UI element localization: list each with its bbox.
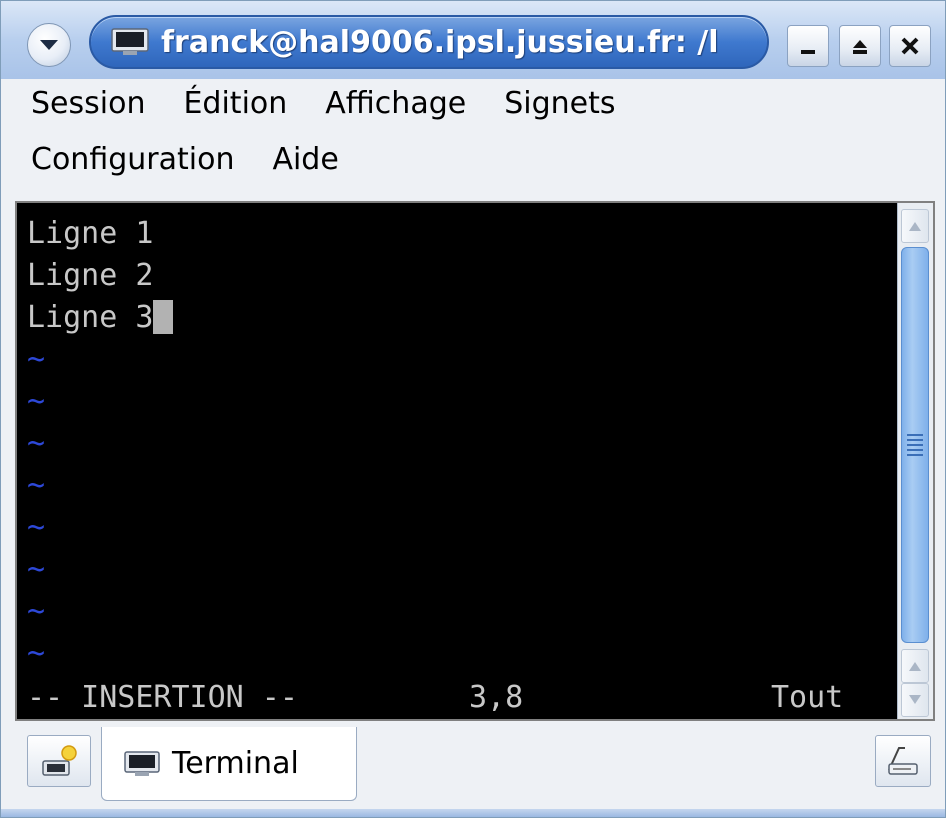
arrow-up-icon	[909, 662, 921, 671]
empty-line-marker: ~	[27, 510, 46, 545]
text-line-2: Ligne 2	[27, 258, 154, 293]
empty-line-marker: ~	[27, 636, 46, 671]
text-line-1: Ligne 1	[27, 216, 154, 251]
arrow-up-icon	[909, 222, 921, 231]
close-button[interactable]	[889, 25, 931, 67]
terminal-frame: Ligne 1 Ligne 2 Ligne 3 ~ ~ ~ ~ ~ ~ ~ ~ …	[15, 201, 935, 721]
new-session-icon	[42, 745, 77, 776]
new-session-button[interactable]	[27, 735, 91, 787]
window-menu-icon[interactable]	[27, 23, 71, 67]
status-scope: Tout	[771, 680, 844, 715]
window-title-pill[interactable]: franck@hal9006.ipsl.jussieu.fr: /l	[89, 15, 769, 69]
text-line-3: Ligne 3	[27, 297, 174, 339]
menu-affichage[interactable]: Affichage	[325, 84, 466, 124]
tab-label: Terminal	[172, 746, 299, 781]
terminal-icon	[124, 750, 160, 776]
rename-session-button[interactable]	[875, 735, 931, 787]
empty-line-marker: ~	[27, 594, 46, 629]
menu-row-2: Configuration Aide	[31, 140, 377, 180]
title-bar[interactable]: franck@hal9006.ipsl.jussieu.fr: /l	[1, 1, 945, 79]
scrollbar-thumb[interactable]	[901, 247, 929, 643]
maximize-button[interactable]	[839, 25, 881, 67]
rename-session-icon	[888, 747, 918, 775]
close-icon	[901, 37, 919, 55]
empty-line-marker: ~	[27, 384, 46, 419]
status-mode: -- INSERTION --	[27, 680, 298, 715]
empty-line-marker: ~	[27, 468, 46, 503]
terminal-window: franck@hal9006.ipsl.jussieu.fr: /l Sessi…	[0, 0, 946, 818]
menu-edition[interactable]: Édition	[183, 84, 287, 124]
minimize-icon	[801, 50, 815, 54]
maximize-icon	[853, 40, 867, 54]
text-line-3-content: Ligne 3	[27, 300, 154, 335]
scrollbar-grip	[907, 434, 923, 458]
menu-configuration[interactable]: Configuration	[31, 140, 234, 180]
terminal-screen[interactable]: Ligne 1 Ligne 2 Ligne 3 ~ ~ ~ ~ ~ ~ ~ ~ …	[17, 203, 897, 719]
status-cursor-position: 3,8	[469, 680, 524, 715]
menu-session[interactable]: Session	[31, 84, 145, 124]
menu-signets[interactable]: Signets	[504, 84, 615, 124]
empty-line-marker: ~	[27, 426, 46, 461]
scroll-up-button[interactable]	[901, 209, 929, 243]
tab-terminal[interactable]: Terminal	[101, 727, 357, 801]
window-title: franck@hal9006.ipsl.jussieu.fr: /l	[161, 24, 719, 60]
terminal-scrollbar[interactable]	[897, 203, 933, 719]
minimize-button[interactable]	[787, 25, 829, 67]
menu-row-1: Session Édition Affichage Signets	[31, 84, 654, 124]
arrow-down-icon	[909, 695, 921, 704]
menu-aide[interactable]: Aide	[272, 140, 338, 180]
scroll-down-button[interactable]	[901, 683, 929, 717]
terminal-icon	[111, 28, 149, 55]
empty-line-marker: ~	[27, 342, 46, 377]
session-tab-bar: Terminal	[1, 723, 945, 817]
menu-bar: Session Édition Affichage Signets Config…	[1, 79, 945, 201]
scroll-up-button-bottom[interactable]	[901, 649, 929, 683]
window-bottom-border	[1, 809, 945, 817]
empty-line-marker: ~	[27, 552, 46, 587]
text-cursor	[153, 300, 174, 334]
